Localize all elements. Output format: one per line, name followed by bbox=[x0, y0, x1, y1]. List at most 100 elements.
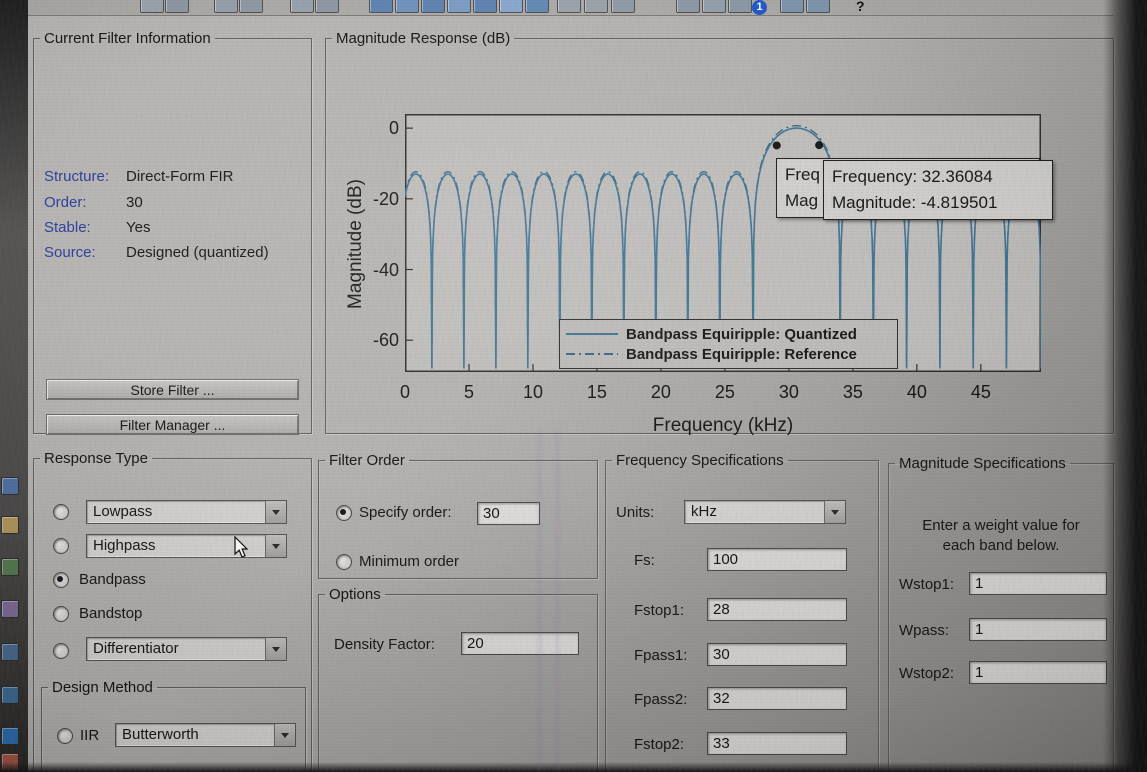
toolbar-icon[interactable] bbox=[315, 0, 339, 13]
highpass-radio[interactable] bbox=[53, 538, 69, 554]
wstop2-label: Wstop2: bbox=[899, 665, 955, 682]
magnitude-plot[interactable]: Bandpass Equiripple: Quantized Bandpass … bbox=[404, 114, 1053, 372]
fs-input[interactable] bbox=[707, 548, 847, 571]
side-toolbar-icon[interactable] bbox=[1, 600, 19, 618]
wstop2-input[interactable] bbox=[969, 661, 1107, 684]
legend-label: Bandpass Equiripple: Quantized bbox=[626, 325, 857, 343]
dashdot-line-icon bbox=[566, 353, 618, 355]
density-factor-label: Density Factor: bbox=[334, 636, 435, 653]
iir-radio[interactable] bbox=[57, 728, 73, 744]
datatip-marker bbox=[772, 141, 781, 150]
specify-order-input[interactable] bbox=[477, 502, 540, 525]
specify-order-label[interactable]: Specify order: bbox=[359, 504, 452, 521]
toolbar-icon[interactable] bbox=[557, 0, 581, 13]
magnitude-specs-panel: Magnitude Specifications Enter a weight … bbox=[888, 455, 1114, 772]
info-value: Designed (quantized) bbox=[126, 244, 269, 261]
bandstop-label[interactable]: Bandstop bbox=[79, 605, 142, 622]
toolbar-icon[interactable] bbox=[584, 0, 608, 13]
panel-title: Filter Order bbox=[329, 452, 405, 469]
mouse-cursor bbox=[234, 536, 249, 558]
lowpass-combo[interactable]: Lowpass bbox=[86, 500, 287, 524]
bandstop-radio[interactable] bbox=[53, 606, 69, 622]
screen-artifact bbox=[538, 430, 541, 772]
wpass-input[interactable] bbox=[969, 618, 1107, 641]
wstop1-input[interactable] bbox=[969, 572, 1107, 595]
toolbar-icon[interactable] bbox=[525, 0, 549, 13]
panel-title: Magnitude Response (dB) bbox=[336, 30, 511, 47]
x-tick-label: 20 bbox=[650, 382, 671, 402]
fpass1-label: Fpass1: bbox=[634, 647, 688, 664]
x-tick-label: 30 bbox=[778, 382, 799, 402]
toolbar-icon[interactable] bbox=[369, 0, 393, 13]
toolbar-icon[interactable] bbox=[421, 0, 445, 13]
design-method-panel: Design Method IIR Butterworth FIR Equiri… bbox=[41, 679, 306, 772]
info-value: 30 bbox=[126, 194, 143, 211]
toolbar-icon[interactable] bbox=[239, 0, 263, 13]
differentiator-combo[interactable]: Differentiator bbox=[86, 637, 287, 661]
toolbar-icon[interactable] bbox=[214, 0, 238, 13]
minimum-order-label[interactable]: Minimum order bbox=[359, 553, 459, 570]
fstop1-label: Fstop1: bbox=[634, 602, 685, 619]
x-axis-label: Frequency (kHz) bbox=[652, 415, 794, 436]
bandpass-label[interactable]: Bandpass bbox=[79, 571, 146, 588]
toolbar-icon[interactable] bbox=[728, 0, 752, 13]
side-toolbar-icon[interactable] bbox=[1, 558, 19, 576]
toolbar-icon[interactable] bbox=[447, 0, 471, 13]
y-tick-label: 0 bbox=[388, 118, 399, 139]
combo-value: Differentiator bbox=[93, 640, 179, 657]
toolbar-icon[interactable] bbox=[290, 0, 314, 13]
toolbar-icon[interactable] bbox=[702, 0, 726, 13]
combo-value: kHz bbox=[691, 503, 717, 520]
panel-title: Magnitude Specifications bbox=[899, 455, 1066, 472]
panel-title: Design Method bbox=[52, 679, 153, 696]
side-toolbar-icon[interactable] bbox=[1, 727, 19, 745]
info-label: Structure: bbox=[44, 168, 110, 185]
fstop1-input[interactable] bbox=[707, 598, 847, 621]
iir-label[interactable]: IIR bbox=[80, 727, 99, 744]
side-toolbar-icon[interactable] bbox=[1, 477, 19, 495]
side-toolbar-icon[interactable] bbox=[1, 686, 19, 704]
toolbar-icon[interactable] bbox=[140, 0, 164, 13]
highpass-combo[interactable]: Highpass bbox=[86, 534, 287, 558]
wpass-label: Wpass: bbox=[899, 622, 950, 639]
iir-method-combo[interactable]: Butterworth bbox=[115, 723, 296, 747]
side-toolbar-icon[interactable] bbox=[1, 516, 19, 534]
filter-manager-button[interactable]: Filter Manager ... bbox=[46, 414, 299, 435]
context-help-icon[interactable]: ? bbox=[856, 0, 865, 14]
datatip-line: Frequency: 32.36084 bbox=[832, 167, 993, 186]
fpass2-input[interactable] bbox=[707, 687, 847, 710]
datatip-front[interactable]: Frequency: 32.36084 Magnitude: -4.819501 bbox=[823, 160, 1053, 220]
toolbar-icon[interactable] bbox=[611, 0, 635, 13]
specify-order-radio[interactable] bbox=[336, 505, 352, 521]
info-label: Source: bbox=[44, 244, 96, 261]
store-filter-button[interactable]: Store Filter ... bbox=[46, 379, 299, 400]
x-tick-label: 25 bbox=[714, 382, 735, 402]
minimum-order-radio[interactable] bbox=[336, 554, 352, 570]
lowpass-radio[interactable] bbox=[53, 504, 69, 520]
toolbar-icon[interactable] bbox=[806, 0, 830, 13]
toolbar-icon[interactable] bbox=[473, 0, 497, 13]
plot-legend[interactable]: Bandpass Equiripple: Quantized Bandpass … bbox=[559, 319, 898, 369]
toolbar-icon[interactable] bbox=[676, 0, 700, 13]
bandpass-radio[interactable] bbox=[53, 572, 69, 588]
fstop2-input[interactable] bbox=[707, 732, 847, 755]
chevron-down-icon bbox=[274, 724, 295, 746]
x-tick-label: 35 bbox=[842, 382, 863, 402]
x-tick-label: 0 bbox=[399, 382, 411, 402]
fpass1-input[interactable] bbox=[707, 643, 847, 666]
info-value: Direct-Form FIR bbox=[126, 168, 234, 185]
fpass2-label: Fpass2: bbox=[634, 691, 688, 708]
toolbar-icon[interactable] bbox=[499, 0, 523, 13]
y-tick-label: -40 bbox=[372, 259, 399, 280]
units-label: Units: bbox=[616, 504, 655, 521]
toolbar-icon[interactable] bbox=[395, 0, 419, 13]
left-edge-strip bbox=[0, 0, 28, 772]
density-factor-input[interactable] bbox=[461, 632, 579, 655]
toolbar-icon[interactable] bbox=[780, 0, 804, 13]
units-combo[interactable]: kHz bbox=[684, 500, 846, 524]
side-toolbar-icon[interactable] bbox=[1, 643, 19, 661]
panel-title: Current Filter Information bbox=[44, 30, 211, 47]
toolbar-icon[interactable] bbox=[165, 0, 189, 13]
toolbar-badge-icon[interactable]: 1 bbox=[752, 0, 767, 15]
differentiator-radio[interactable] bbox=[53, 643, 69, 659]
